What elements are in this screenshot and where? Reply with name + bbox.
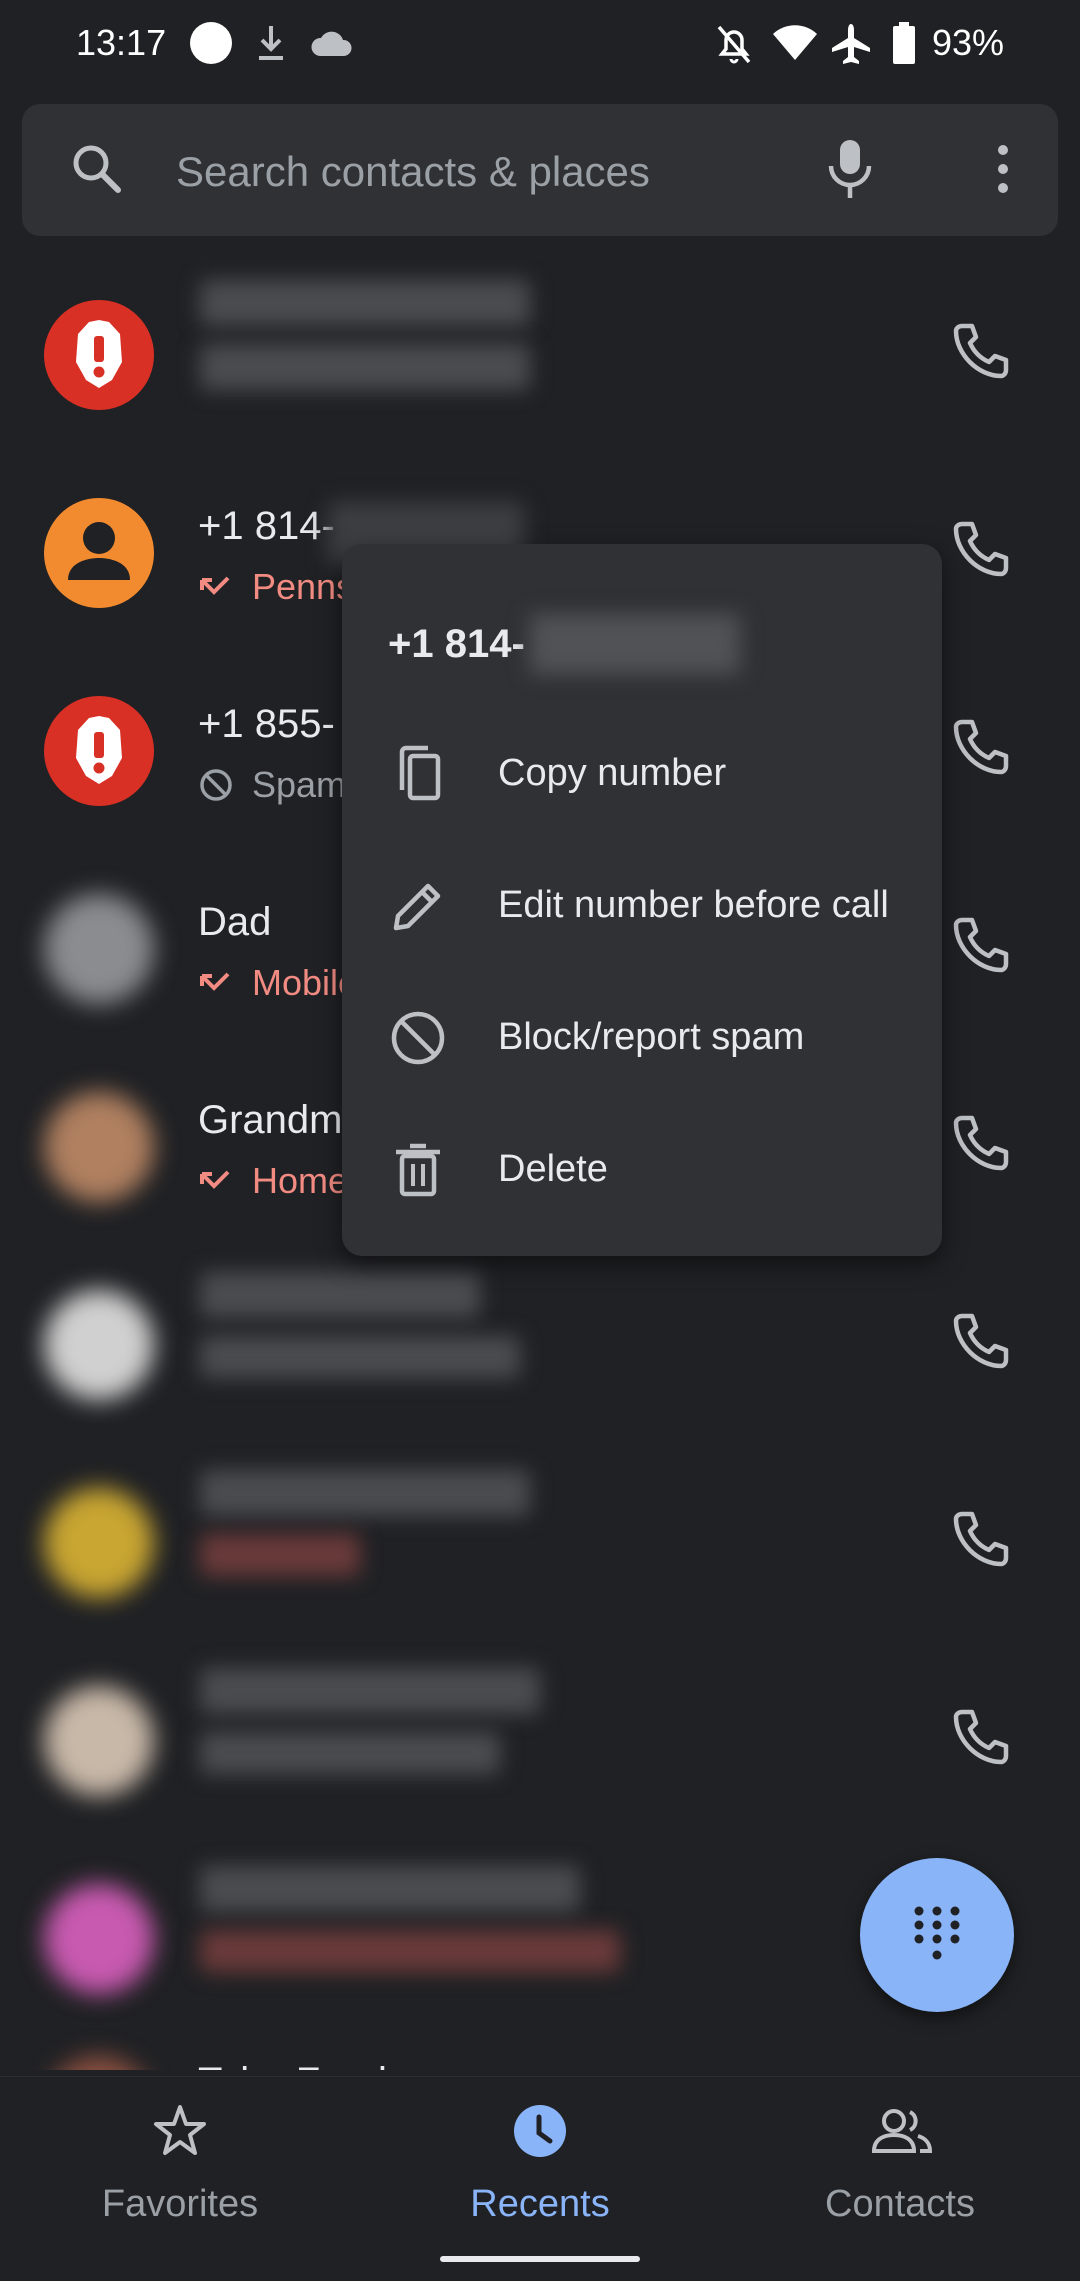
blurred-details — [200, 1534, 360, 1576]
missed-call-icon — [200, 1170, 230, 1189]
trash-icon — [386, 1138, 450, 1207]
copy-icon — [386, 742, 450, 811]
call-name: Grandma — [198, 1098, 365, 1142]
cloud-icon — [310, 30, 354, 63]
call-icon[interactable] — [950, 320, 1012, 387]
menu-item-label: Block/report spam — [498, 1016, 805, 1058]
tab-label: Favorites — [101, 2183, 259, 2225]
call-icon[interactable] — [950, 1112, 1012, 1179]
call-icon[interactable] — [950, 914, 1012, 981]
battery-icon — [892, 22, 916, 69]
call-row[interactable] — [0, 1250, 1080, 1450]
person-icon — [44, 498, 154, 608]
call-subtitle: Mobile — [198, 962, 358, 1004]
contact-photo — [44, 1290, 154, 1400]
star-icon — [150, 2101, 210, 2161]
home-indicator[interactable] — [440, 2256, 640, 2262]
tab-label: Contacts — [825, 2183, 975, 2225]
call-name: Tyler Frank — [198, 2060, 398, 2070]
mic-icon[interactable] — [822, 136, 878, 207]
contact-photo — [44, 894, 154, 1004]
call-icon[interactable] — [950, 1508, 1012, 1575]
menu-item-label: Copy number — [498, 752, 727, 794]
call-subtitle: Home — [198, 1160, 348, 1202]
call-subtitle-text: Spam — [252, 764, 347, 805]
call-icon[interactable] — [950, 1706, 1012, 1773]
contact-photo — [44, 2056, 154, 2070]
call-subtitle: Spam — [198, 764, 346, 806]
contact-photo — [44, 1884, 154, 1994]
blurred-details — [200, 1930, 620, 1972]
menu-item-copy-number[interactable]: Copy number — [342, 710, 942, 842]
menu-item-label: Delete — [498, 1148, 608, 1190]
spam-alert-icon — [44, 300, 154, 410]
call-name: +1 814- — [198, 504, 335, 548]
menu-item-edit-number[interactable]: Edit number before call — [342, 842, 942, 974]
call-icon[interactable] — [950, 716, 1012, 783]
search-bar[interactable]: Search contacts & places — [22, 104, 1058, 236]
clock-icon — [510, 2101, 570, 2161]
people-icon — [870, 2101, 933, 2161]
call-icon[interactable] — [950, 1310, 1012, 1377]
more-vert-icon[interactable] — [972, 136, 1034, 207]
call-row[interactable] — [0, 1448, 1080, 1648]
contact-photo — [44, 1686, 154, 1796]
search-input[interactable]: Search contacts & places — [176, 148, 650, 196]
missed-call-icon — [200, 576, 230, 595]
block-icon — [386, 1006, 450, 1075]
blurred-number — [530, 614, 740, 674]
contact-photo — [44, 1488, 154, 1598]
call-row[interactable]: Tyler Frank — [0, 2042, 1080, 2070]
airplane-icon — [830, 22, 872, 71]
call-subtitle-text: Home — [252, 1160, 349, 1201]
block-icon — [200, 769, 232, 801]
spam-alert-icon — [44, 696, 154, 806]
call-name: +1 855- — [198, 702, 335, 746]
tab-contacts[interactable]: Contacts — [720, 2077, 1080, 2247]
call-row[interactable] — [0, 260, 1080, 460]
blurred-name — [200, 280, 530, 326]
blurred-name — [200, 1470, 530, 1516]
tab-label: Recents — [470, 2183, 610, 2225]
call-name: Dad — [198, 900, 272, 944]
menu-item-block-report[interactable]: Block/report spam — [342, 974, 942, 1106]
battery-percent: 93% — [931, 22, 1004, 63]
blurred-name — [200, 1866, 580, 1912]
pencil-icon — [386, 874, 450, 943]
tab-favorites[interactable]: Favorites — [0, 2077, 360, 2247]
blurred-details — [200, 1732, 500, 1774]
menu-item-delete[interactable]: Delete — [342, 1106, 942, 1238]
tab-recents[interactable]: Recents — [360, 2077, 720, 2247]
call-context-menu: +1 814- Copy number Edit number before c… — [342, 544, 942, 1256]
menu-header-number: +1 814- — [388, 622, 525, 666]
call-icon[interactable] — [950, 518, 1012, 585]
blurred-details — [200, 344, 530, 390]
blurred-details — [200, 1336, 520, 1378]
bottom-navigation: Favorites Recents Contacts — [0, 2076, 1080, 2281]
notification-dot-icon — [190, 22, 232, 64]
status-bar: 13:17 93% — [0, 0, 1080, 90]
bell-off-icon — [714, 22, 754, 71]
download-icon — [256, 22, 286, 71]
missed-call-icon — [200, 972, 230, 991]
search-icon[interactable] — [70, 142, 124, 201]
call-row[interactable] — [0, 1646, 1080, 1846]
blurred-name — [200, 1668, 540, 1714]
dialpad-button[interactable] — [860, 1858, 1014, 2012]
dialpad-icon — [914, 1906, 960, 1960]
menu-item-label: Edit number before call — [498, 884, 889, 926]
blurred-name — [200, 1272, 480, 1318]
status-time: 13:17 — [76, 22, 167, 63]
wifi-icon — [772, 22, 818, 67]
contact-photo — [44, 1092, 154, 1202]
